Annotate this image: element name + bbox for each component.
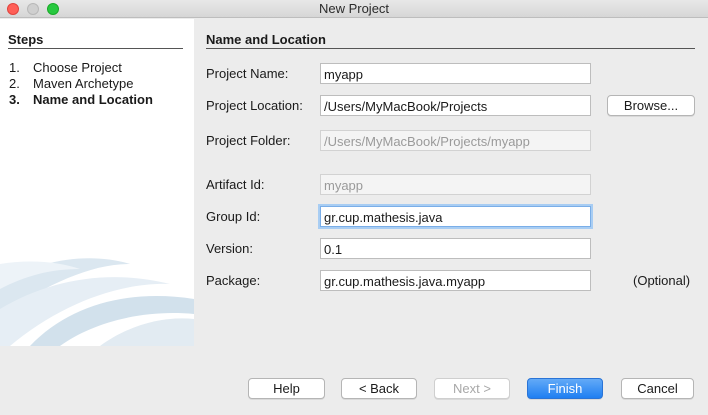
- back-button[interactable]: < Back: [341, 378, 417, 399]
- artifact-id-label: Artifact Id:: [206, 177, 265, 192]
- help-button[interactable]: Help: [248, 378, 325, 399]
- section-divider: [206, 48, 695, 49]
- package-label: Package:: [206, 273, 261, 288]
- version-field[interactable]: [320, 238, 591, 259]
- step-choose-project: 1. Choose Project: [9, 60, 122, 75]
- project-name-label: Project Name:: [206, 66, 289, 81]
- section-header: Name and Location: [206, 32, 326, 47]
- steps-panel: Steps 1. Choose Project 2. Maven Archetype…: [0, 19, 194, 346]
- window-title: New Project: [318, 1, 390, 16]
- step-number: 2.: [9, 76, 20, 91]
- finish-button[interactable]: Finish: [527, 378, 603, 399]
- package-field[interactable]: [320, 270, 591, 291]
- cancel-button[interactable]: Cancel: [621, 378, 694, 399]
- steps-header: Steps: [8, 32, 44, 47]
- name-and-location-panel: Name and Location Project Name: Project …: [194, 19, 708, 346]
- package-optional-note: (Optional): [633, 273, 691, 288]
- project-location-label: Project Location:: [206, 98, 303, 113]
- artifact-id-field: [320, 174, 591, 195]
- step-number: 3.: [9, 92, 20, 107]
- step-name-and-location: 3. Name and Location: [9, 92, 153, 107]
- step-number: 1.: [9, 60, 20, 75]
- project-name-field[interactable]: [320, 63, 591, 84]
- group-id-label: Group Id:: [206, 209, 261, 224]
- project-location-field[interactable]: [320, 95, 591, 116]
- group-id-field[interactable]: [320, 206, 591, 227]
- step-label: Choose Project: [33, 60, 122, 75]
- project-folder-field: [320, 130, 591, 151]
- wizard-decoration-image: [0, 258, 194, 346]
- step-label: Maven Archetype: [33, 76, 134, 91]
- browse-button[interactable]: Browse...: [607, 95, 695, 116]
- version-label: Version:: [206, 241, 253, 256]
- next-button: Next >: [434, 378, 510, 399]
- project-folder-label: Project Folder:: [206, 133, 291, 148]
- steps-divider: [8, 48, 183, 49]
- step-maven-archetype: 2. Maven Archetype: [9, 76, 133, 91]
- button-bar: Help < Back Next > Finish Cancel: [0, 346, 708, 415]
- title-bar: New Project: [0, 0, 708, 18]
- step-label: Name and Location: [33, 92, 153, 107]
